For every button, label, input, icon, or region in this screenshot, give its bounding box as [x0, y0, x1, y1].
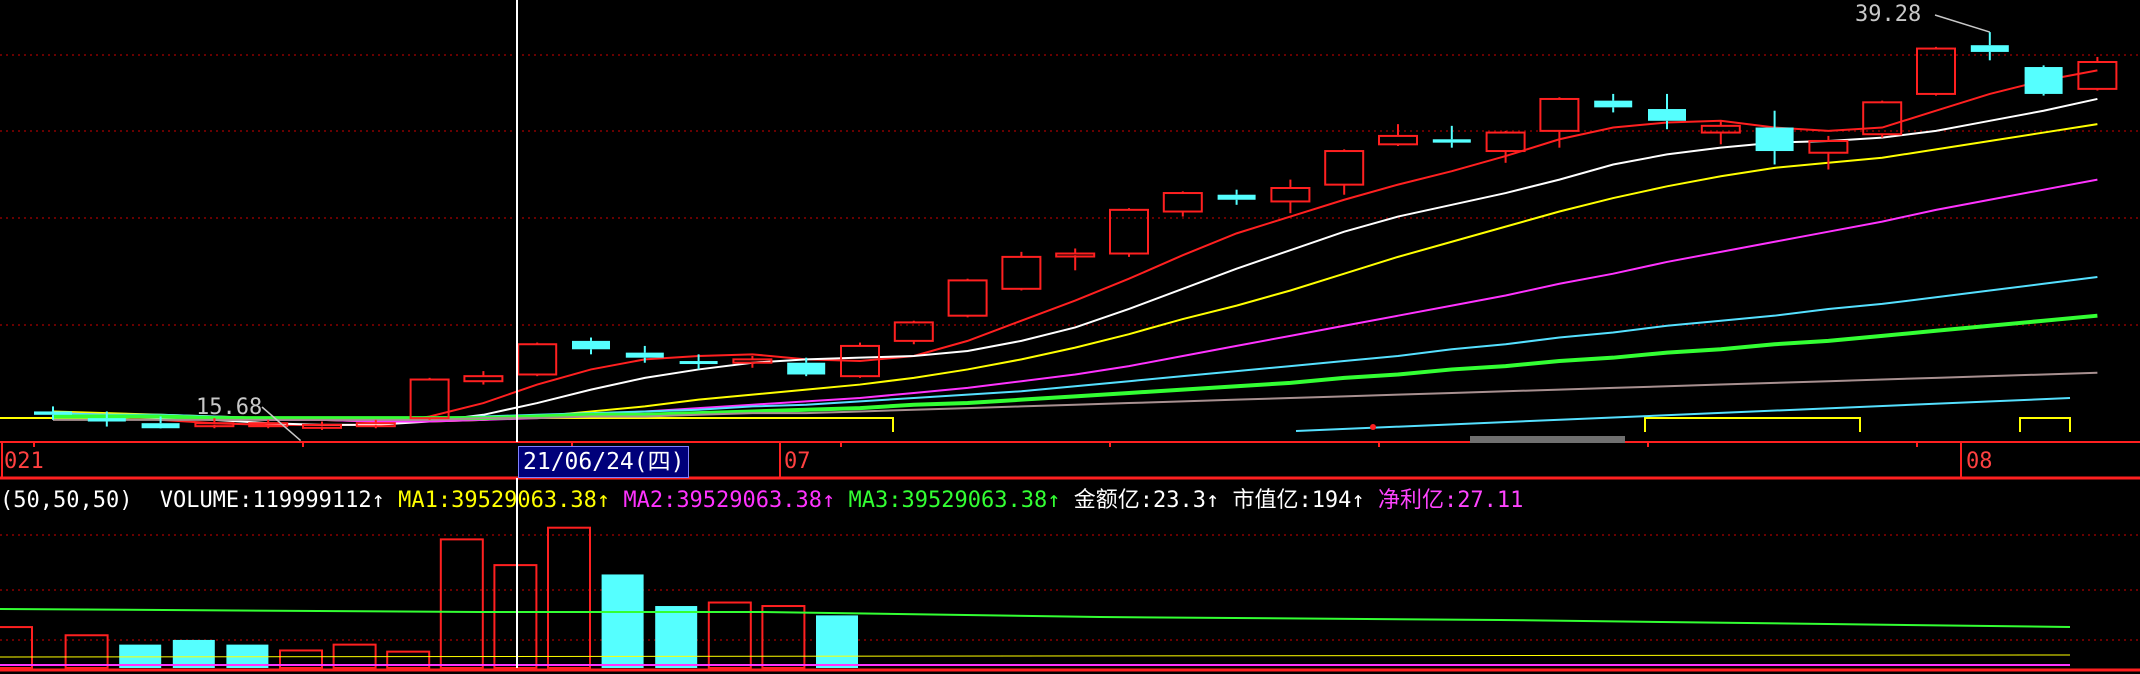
amount-label: 金额亿: [1073, 488, 1153, 513]
volume-bar [601, 574, 644, 668]
candle-body [517, 343, 558, 376]
candle-body [1755, 127, 1794, 152]
volume-bar [439, 538, 484, 670]
ma2-label: MA2: [623, 488, 677, 513]
candle-body [947, 279, 988, 317]
range-bracket-right [2019, 417, 2071, 432]
price-ma-line [53, 313, 2098, 421]
volume-label: VOLUME: [159, 488, 253, 513]
candle-body [572, 340, 610, 350]
ma2-value: 39529063.38 [676, 488, 823, 513]
ma1-label: MA1: [398, 488, 452, 513]
candle-body [1432, 139, 1471, 143]
volume-legend: (50,50,50) VOLUME:119999112↑ MA1:3952906… [0, 486, 1523, 516]
amount-value: 23.3 [1152, 488, 1206, 513]
candle-body [1217, 194, 1256, 200]
volume-bar [761, 605, 806, 669]
ma1-up-arrow-icon: ↑ [596, 488, 611, 513]
candle-body [1270, 187, 1311, 203]
volume-params: (50,50,50) [0, 488, 133, 513]
candle-body [1055, 252, 1096, 258]
mktcap-up-arrow-icon: ↑ [1351, 488, 1365, 513]
candle-body [141, 423, 180, 429]
volume-bar [493, 564, 538, 669]
volume-bar [655, 606, 698, 668]
volume-bar [64, 634, 109, 669]
profit-label: 净利亿: [1377, 488, 1458, 513]
candle-body [2024, 67, 2063, 94]
candle-body [787, 362, 826, 375]
stock-chart-window: { "chart_data": [ { "type": "candlestick… [0, 0, 2140, 674]
candle-body [1862, 101, 1903, 136]
event-marker [1370, 424, 1376, 430]
volume-bar [0, 626, 33, 669]
crosshair-date-box: 21/06/24(四) [518, 446, 690, 478]
candle-body [1970, 45, 2009, 52]
amount-up-arrow-icon: ↑ [1205, 488, 1220, 513]
scrollbar-thumb [1470, 436, 1625, 443]
x-axis-label-start: 021 [4, 449, 44, 474]
ma3-up-arrow-icon: ↑ [1047, 488, 1061, 513]
candle-body [625, 352, 664, 358]
candle-body [1378, 134, 1418, 146]
candle-body [1001, 255, 1042, 290]
candle-body [1916, 47, 1956, 95]
volume-bar [547, 526, 591, 670]
min-price-label: 15.68 [196, 395, 263, 420]
ma3-value: 39529063.38 [901, 488, 1048, 513]
x-axis-label-08: 08 [1966, 449, 1993, 474]
candle-body [463, 375, 504, 383]
candle-body [1808, 139, 1849, 154]
candle-body [87, 418, 126, 422]
profit-value: 27.11 [1457, 488, 1524, 513]
ma3-label: MA3: [848, 488, 902, 513]
range-bracket-mid [1644, 417, 1861, 432]
candle-body [1162, 192, 1203, 213]
candle-body [194, 422, 235, 428]
volume-bar [172, 639, 215, 668]
volume-bar [816, 615, 858, 668]
chart-canvas[interactable] [0, 0, 2140, 674]
candle-body [2077, 61, 2118, 90]
price-ma-line [52, 69, 2098, 426]
ma2-up-arrow-icon: ↑ [822, 488, 836, 513]
volume-ma-line-3 [0, 654, 2071, 658]
candle-body [1594, 100, 1633, 108]
volume-value: 119999112 [252, 488, 372, 513]
mktcap-value: 194 [1311, 488, 1352, 513]
candle-body [1539, 97, 1580, 132]
candle-body [1109, 208, 1149, 255]
volume-ma-line [0, 608, 2071, 628]
volume-up-arrow-icon: ↑ [371, 488, 385, 513]
ma1-value: 39529063.38 [451, 488, 597, 513]
price-ma-line [52, 123, 2098, 423]
candle-body [34, 411, 72, 415]
long-ma-line [1295, 397, 2071, 432]
candle-body [1648, 109, 1686, 121]
candle-body [679, 361, 718, 365]
candle-body [1324, 150, 1365, 186]
max-price-label: 39.28 [1855, 2, 1922, 27]
x-axis-label-07: 07 [784, 449, 811, 474]
max-price-pointer [1934, 14, 1991, 33]
candle-body [302, 423, 342, 429]
candle-body [1485, 131, 1526, 153]
mktcap-label: 市值亿: [1232, 488, 1312, 513]
